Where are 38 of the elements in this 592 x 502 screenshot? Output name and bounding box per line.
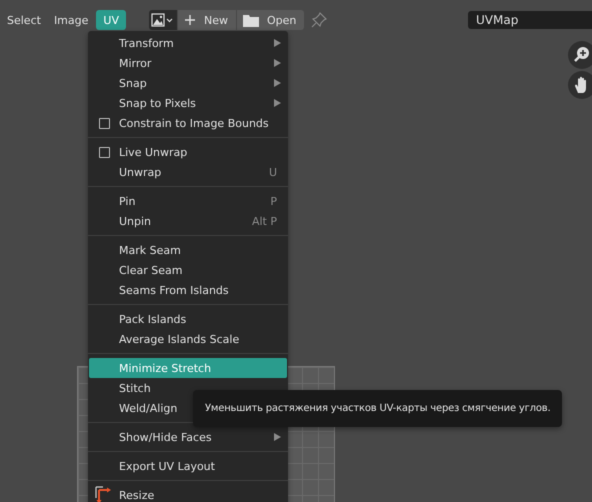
checkbox[interactable]	[98, 146, 110, 158]
image-type-dropdown[interactable]	[148, 10, 177, 30]
menu-item[interactable]: Pin P	[89, 191, 287, 211]
menu-tab[interactable]: Image	[48, 10, 94, 30]
tooltip: Уменьшить растяжения участков UV-карты через смягчение углов.	[193, 390, 562, 427]
submenu-arrow-icon	[274, 79, 281, 87]
zoom-button[interactable]	[568, 41, 592, 69]
menu-item[interactable]: Constrain to Image Bounds	[89, 113, 287, 133]
menu-item[interactable]: Snap	[89, 73, 287, 93]
plus-icon	[184, 14, 196, 26]
menu-item[interactable]: Unpin Alt P	[89, 211, 287, 231]
menu-item[interactable]: Show/Hide Faces	[89, 427, 287, 447]
submenu-arrow-icon	[274, 433, 281, 441]
submenu-arrow-icon	[274, 59, 281, 67]
menu-item[interactable]: Unwrap U	[89, 162, 287, 182]
image-icon	[150, 13, 175, 27]
menu-item[interactable]: Resize	[89, 485, 287, 502]
pin-icon[interactable]	[311, 12, 328, 28]
new-image-button[interactable]: New	[178, 10, 236, 30]
menu-item[interactable]: Transform	[89, 33, 287, 53]
menu-item[interactable]: Snap to Pixels	[89, 93, 287, 113]
menu-item[interactable]: Clear Seam	[89, 260, 287, 280]
pan-button[interactable]	[568, 71, 592, 99]
menu-item[interactable]: Seams From Islands	[89, 280, 287, 300]
menu-item[interactable]: Export UV Layout	[89, 456, 287, 476]
menu-item[interactable]: Mirror	[89, 53, 287, 73]
resize-tool-icon	[95, 486, 113, 502]
checkbox[interactable]	[98, 118, 110, 128]
uv-map-field[interactable]: UVMap	[468, 11, 592, 29]
folder-icon	[242, 14, 259, 26]
menu-item[interactable]: Pack Islands	[89, 309, 287, 329]
menu-item[interactable]: Live Unwrap	[89, 142, 287, 162]
submenu-arrow-icon	[274, 99, 281, 107]
menu-tab[interactable]: Select	[2, 10, 46, 30]
menu-item[interactable]: Mark Seam	[89, 240, 287, 260]
menu-item[interactable]: Average Islands Scale	[89, 329, 287, 349]
submenu-arrow-icon	[274, 39, 281, 47]
open-image-button[interactable]: Open	[236, 10, 304, 30]
